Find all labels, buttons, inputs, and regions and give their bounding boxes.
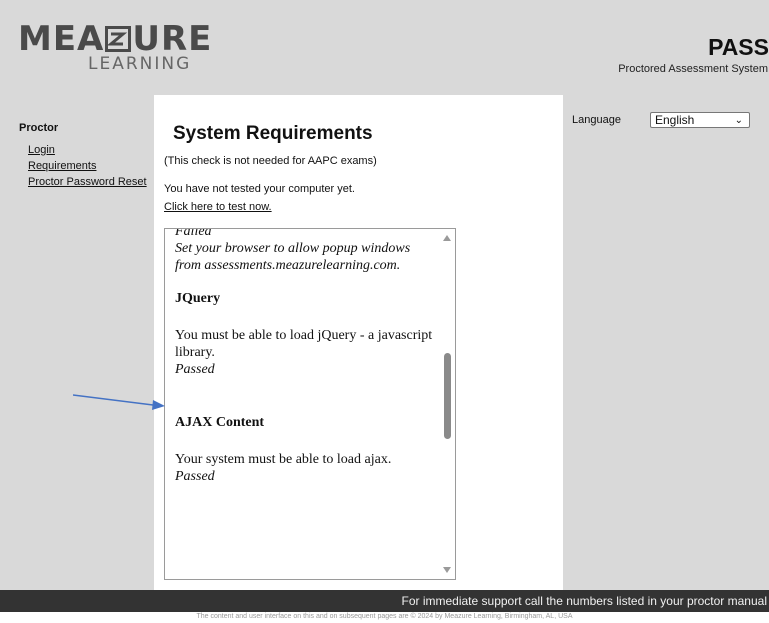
language-selected-value: English <box>655 113 695 127</box>
chevron-down-icon: ⌄ <box>734 115 743 126</box>
app-title: PASS <box>708 34 769 60</box>
sidebar-item-requirements[interactable]: Requirements <box>28 160 149 173</box>
copyright-text: The content and user interface on this a… <box>196 613 573 620</box>
support-text: For immediate support call the numbers l… <box>401 594 768 608</box>
app-subtitle: Proctored Assessment System <box>618 63 768 75</box>
logo-text-left: MEA <box>18 19 105 59</box>
ajax-title: AJAX Content <box>175 415 265 430</box>
sidebar-nav: Proctor Login Requirements Proctor Passw… <box>19 122 149 192</box>
scroll-up-arrow-icon[interactable] <box>443 235 451 241</box>
main-panel: System Requirements (This check is not n… <box>154 95 563 590</box>
logo-subtitle: LEARNING <box>88 54 192 74</box>
popup-requirement-text: Set your browser to allow popup windows … <box>175 241 411 273</box>
sidebar-item-proctor-password-reset[interactable]: Proctor Password Reset <box>28 176 149 189</box>
sidebar-heading: Proctor <box>19 122 59 134</box>
annotation-arrow-icon <box>73 394 165 410</box>
language-select[interactable]: English ⌄ <box>650 112 750 128</box>
logo-wordmark: MEA URE <box>18 22 212 56</box>
scrollbar-thumb[interactable] <box>444 353 451 439</box>
jquery-title: JQuery <box>175 291 221 306</box>
jquery-requirement-text: You must be able to load jQuery - a java… <box>175 328 433 360</box>
requirements-list: Failed Set your browser to allow popup w… <box>175 228 437 485</box>
logo-z-box-icon <box>105 26 132 52</box>
support-footer: For immediate support call the numbers l… <box>0 590 769 612</box>
language-label: Language <box>572 114 621 126</box>
requirements-scrollbox[interactable]: Failed Set your browser to allow popup w… <box>164 228 456 580</box>
jquery-status: Passed <box>175 362 215 377</box>
test-now-link[interactable]: Click here to test now. <box>164 201 272 213</box>
page-title: System Requirements <box>173 123 373 144</box>
sidebar-item-login[interactable]: Login <box>28 144 149 157</box>
page-background: MEA URE LEARNING PASS Proctored Assessmen… <box>0 0 769 590</box>
logo-text-right: URE <box>132 19 213 59</box>
requirements-note: (This check is not needed for AAPC exams… <box>164 155 377 167</box>
meazure-logo: MEA URE LEARNING <box>18 22 212 74</box>
test-status-text: You have not tested your computer yet. <box>164 183 355 195</box>
ajax-requirement-text: Your system must be able to load ajax. <box>175 452 392 467</box>
ajax-status: Passed <box>175 469 215 484</box>
scroll-down-arrow-icon[interactable] <box>443 567 451 573</box>
popup-status: Failed <box>175 228 212 239</box>
